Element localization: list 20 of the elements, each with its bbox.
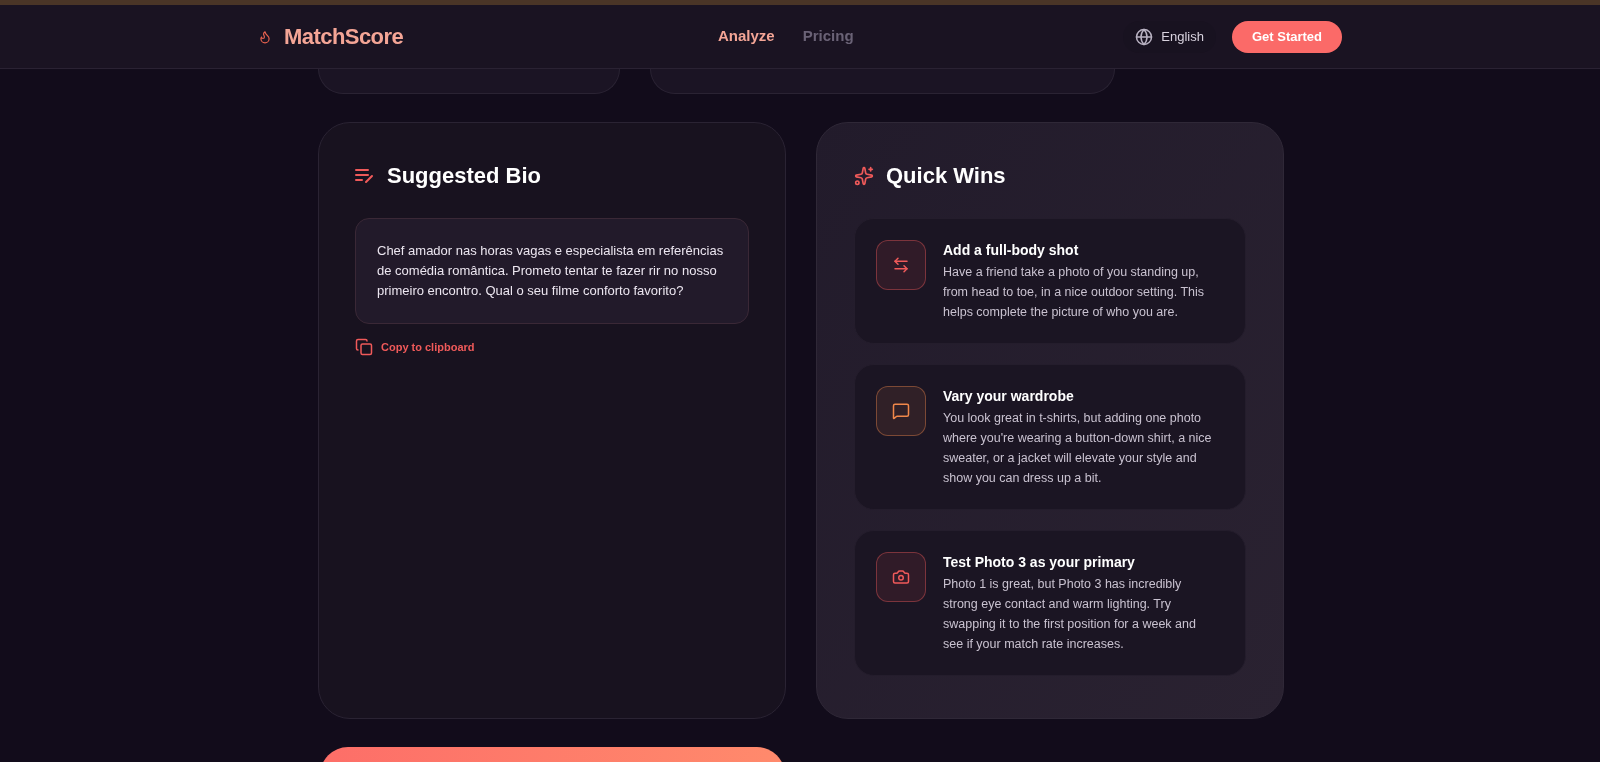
tip-text: Have a friend take a photo of you standing up, from head to toe, in a nice outdoor setting. This helps complete the picture of who you are.: [943, 264, 1206, 321]
globe-icon: [1135, 27, 1154, 46]
bio-text: Chef amador nas horas vagas e especialista em referências de comédia romântica. Prometo tentar te fazer rir no nosso primeiro encontro. Qual o seu filme conforto favorito?: [377, 242, 725, 300]
tip-title: Add a full-body shot: [943, 241, 1080, 260]
flame-icon: [258, 29, 272, 44]
tip-title: Vary your wardrobe: [943, 387, 1075, 406]
card-title: Quick Wins: [886, 162, 1006, 190]
logo[interactable]: MatchScore: [284, 20, 404, 53]
edit-list-icon: [355, 167, 375, 184]
sparkles-icon: [854, 165, 874, 186]
swap-arrows-icon: [892, 256, 910, 274]
nav-link[interactable]: Analyze: [718, 25, 775, 48]
copy-to-clipboard-link[interactable]: Copy to clipboard: [355, 338, 475, 356]
chat-bubble-icon: [892, 402, 910, 420]
copy-icon: [355, 338, 373, 356]
card-title: Suggested Bio: [387, 162, 541, 190]
camera-icon: [892, 568, 910, 586]
tip-text: You look great in t-shirts, but adding one photo where you're wearing a button-down shirt, a nice sweater, or a jacket will elevate your style and show you can dress up a bit.: [943, 410, 1213, 487]
tip-title: Test Photo 3 as your primary: [943, 553, 1136, 572]
tip-text: Photo 1 is great, but Photo 3 has incredibly strong eye contact and warm lighting. Try swapping it to the first position for a week and see if your match rate increases.: [943, 576, 1197, 653]
